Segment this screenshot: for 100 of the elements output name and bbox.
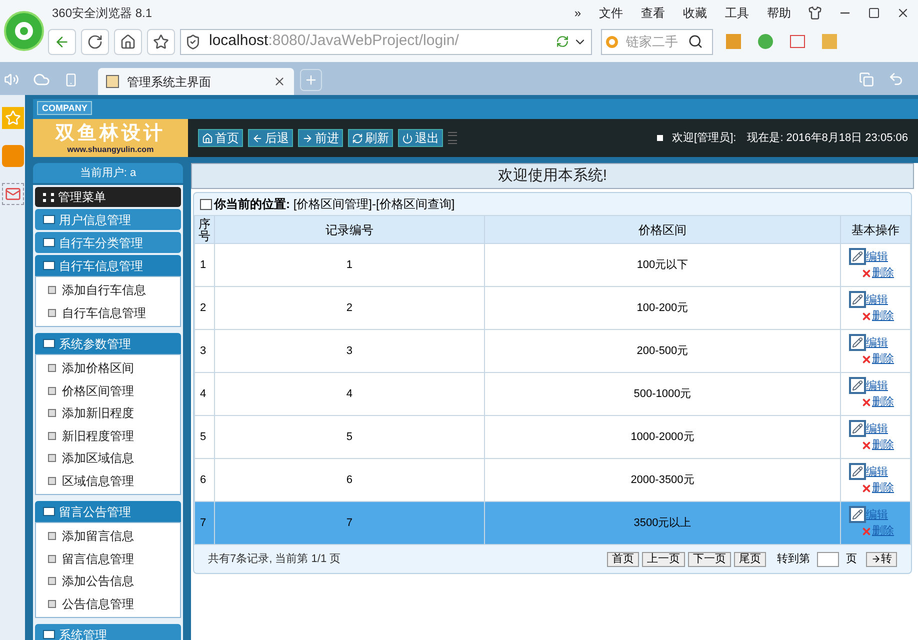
go-button[interactable]: 转 <box>866 552 897 566</box>
table-row[interactable]: 4 4 500-1000元 编辑 删除 <box>194 372 910 416</box>
edit-link[interactable]: 编辑 <box>866 248 888 265</box>
nav-button[interactable]: 退出 <box>398 129 443 147</box>
menu-section[interactable]: 系统参数管理 <box>35 333 181 354</box>
close-icon[interactable] <box>273 75 286 88</box>
menu-item[interactable]: » <box>565 4 590 22</box>
window-title: 360安全浏览器 8.1 <box>52 4 152 22</box>
edit-link[interactable]: 编辑 <box>866 292 888 308</box>
search-field[interactable]: 链家二手 <box>601 28 713 54</box>
delete-icon[interactable] <box>861 397 872 408</box>
edit-icon[interactable] <box>849 420 866 438</box>
page-unit: 页 <box>846 552 857 567</box>
edit-icon[interactable] <box>849 463 866 480</box>
menu-section[interactable]: 用户信息管理 <box>35 209 181 230</box>
table-row[interactable]: 2 2 100-200元 编辑 删除 <box>194 286 910 330</box>
menu-item[interactable]: 添加自行车信息 <box>36 279 180 302</box>
power-icon <box>402 132 413 144</box>
table-row[interactable]: 5 5 1000-2000元 编辑 删除 <box>194 416 910 458</box>
square-icon <box>48 386 56 395</box>
square-icon <box>48 409 56 418</box>
delete-link[interactable]: 删除 <box>872 437 894 454</box>
delete-icon[interactable] <box>861 483 872 494</box>
nav-button[interactable]: 前进 <box>298 129 343 147</box>
nav-button[interactable]: 刷新 <box>348 129 393 147</box>
page-button[interactable]: 首页 <box>607 552 639 566</box>
square-icon <box>48 286 56 294</box>
menu-item[interactable]: 添加新旧程度 <box>36 402 180 424</box>
page-button[interactable]: 尾页 <box>734 552 766 566</box>
address-field[interactable]: localhost:8080/JavaWebProject/login/ <box>180 28 592 54</box>
edit-link[interactable]: 编辑 <box>866 464 888 480</box>
edit-icon[interactable] <box>849 506 866 524</box>
table-row[interactable]: 6 6 2000-3500元 编辑 删除 <box>194 458 910 502</box>
delete-link[interactable]: 删除 <box>872 394 894 411</box>
table-cell: 3 <box>194 330 214 372</box>
square-icon <box>48 432 56 440</box>
menu-item[interactable]: 新旧程度管理 <box>36 424 180 447</box>
search-icon[interactable] <box>688 34 703 49</box>
menu-item[interactable]: 添加价格区间 <box>36 357 180 380</box>
edit-icon[interactable] <box>849 377 866 394</box>
menu-item[interactable]: 价格区间管理 <box>36 380 180 402</box>
table-cell: 2 <box>194 286 214 330</box>
edit-icon[interactable] <box>849 291 866 308</box>
delete-icon[interactable] <box>861 268 872 279</box>
menu-item[interactable]: 留言信息管理 <box>36 548 180 570</box>
menu-item[interactable]: 查看 <box>632 4 674 22</box>
edit-icon[interactable] <box>849 248 866 266</box>
nav-button[interactable]: 首页 <box>198 129 243 147</box>
delete-link[interactable]: 删除 <box>872 480 894 497</box>
menu-item[interactable]: 公告信息管理 <box>36 592 180 615</box>
delete-link[interactable]: 删除 <box>872 351 894 368</box>
email-icon[interactable] <box>2 183 24 205</box>
page-field[interactable] <box>817 552 839 566</box>
menu-icon[interactable] <box>448 132 457 144</box>
page-icon <box>106 75 119 88</box>
menu-section[interactable]: 留言公告管理 <box>35 501 181 522</box>
menu-item[interactable]: 帮助 <box>758 4 800 22</box>
menu-item[interactable]: 文件 <box>590 4 632 22</box>
nav-button[interactable]: 后退 <box>248 129 293 147</box>
menu-item[interactable]: 添加区域信息 <box>36 447 180 470</box>
browser-tab[interactable]: 管理系统主界面 <box>98 68 294 95</box>
page-button[interactable]: 上一页 <box>642 552 685 566</box>
forward-icon <box>302 132 313 144</box>
home-icon[interactable] <box>114 28 142 54</box>
menu-item[interactable]: 收藏 <box>674 4 716 22</box>
edit-link[interactable]: 编辑 <box>866 378 888 394</box>
clock-text: 现在是: 2016年8月18日 23:05:06 <box>747 130 908 146</box>
table-cell: 7 <box>214 502 484 544</box>
breadcrumb: 你当前的位置: [价格区间管理]-[价格区间查询] <box>214 196 455 213</box>
column-header: 记录编号 <box>214 216 484 244</box>
square-icon <box>48 600 56 608</box>
table-row[interactable]: 3 3 200-500元 编辑 删除 <box>194 330 910 372</box>
menu-section[interactable]: 系统管理 <box>35 624 181 640</box>
book-icon <box>43 339 55 348</box>
table-row[interactable]: 1 1 100元以下 编辑 删除 <box>194 244 910 286</box>
square-icon <box>48 454 56 462</box>
page-button[interactable]: 下一页 <box>688 552 731 566</box>
menu-section[interactable]: 自行车分类管理 <box>35 232 181 253</box>
delete-link[interactable]: 删除 <box>872 265 894 282</box>
edit-icon[interactable] <box>849 334 866 352</box>
maximize-icon[interactable] <box>868 6 880 18</box>
menu-item[interactable]: 添加留言信息 <box>36 525 180 548</box>
edit-link[interactable]: 编辑 <box>866 420 888 437</box>
delete-link[interactable]: 删除 <box>872 308 894 325</box>
menu-item[interactable]: 添加公告信息 <box>36 570 180 592</box>
back-icon[interactable] <box>48 28 76 54</box>
delete-icon[interactable] <box>861 440 872 451</box>
menu-item[interactable]: 区域信息管理 <box>36 470 180 492</box>
search-input[interactable]: 链家二手 <box>626 32 688 52</box>
menu-item[interactable]: 工具 <box>716 4 758 22</box>
table-row[interactable]: 7 7 3500元以上 编辑 删除 <box>194 502 910 544</box>
refresh-icon[interactable] <box>81 28 109 54</box>
delete-icon[interactable] <box>861 354 872 365</box>
skin-icon[interactable] <box>808 6 822 20</box>
book-icon <box>43 507 55 516</box>
delete-icon[interactable] <box>861 311 872 322</box>
menu-section[interactable]: 自行车信息管理 <box>35 255 181 276</box>
square-icon <box>48 532 56 540</box>
edit-link[interactable]: 编辑 <box>866 334 888 351</box>
menu-item[interactable]: 自行车信息管理 <box>36 302 180 324</box>
